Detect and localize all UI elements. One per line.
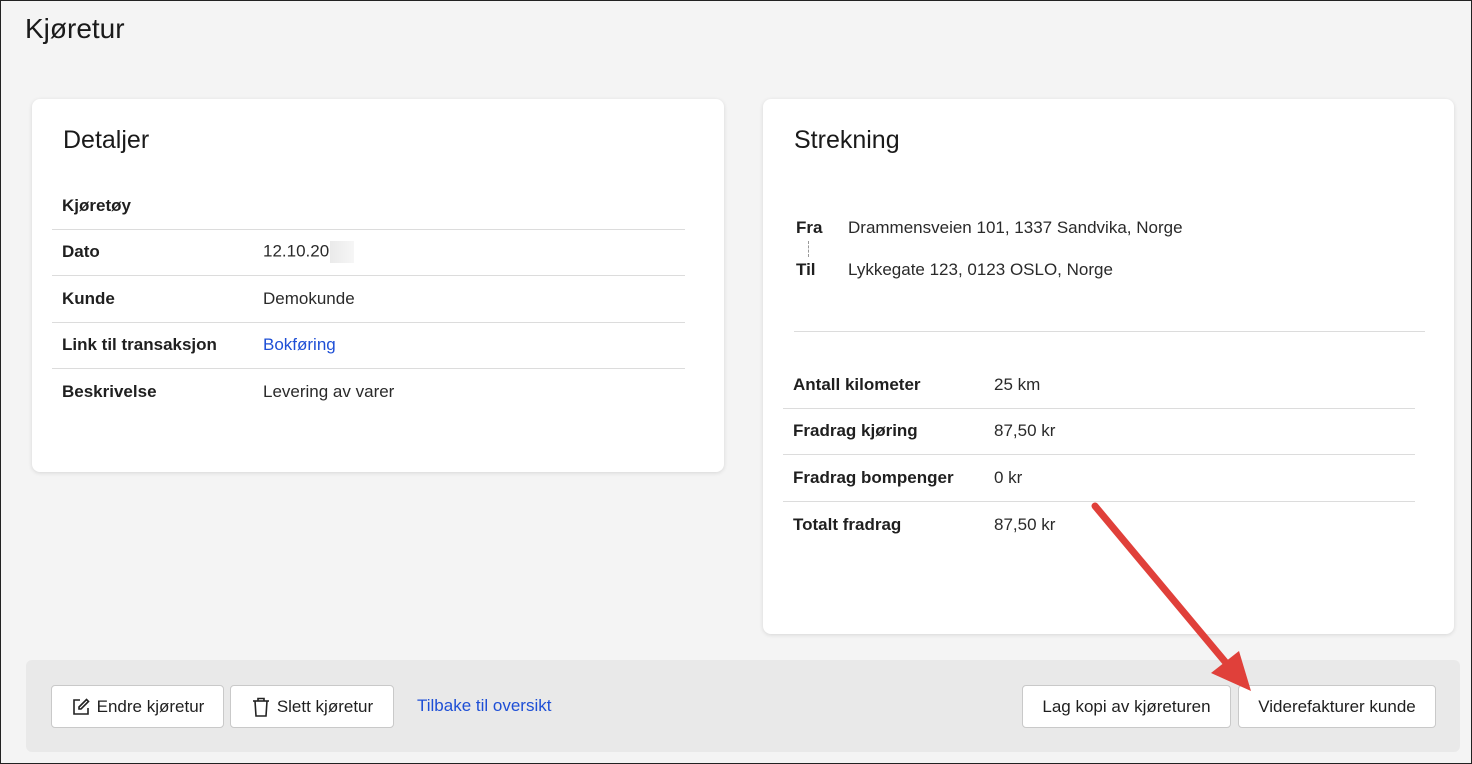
route-from: Fra Drammensveien 101, 1337 Sandvika, No…: [794, 217, 1183, 239]
delete-trip-button[interactable]: Slett kjøretur: [230, 685, 394, 728]
route-addresses: Fra Drammensveien 101, 1337 Sandvika, No…: [794, 217, 1183, 281]
transaction-link[interactable]: Bokføring: [263, 335, 336, 355]
route-row-toll: Fradrag bompenger 0 kr: [783, 455, 1415, 502]
route-row-total: Totalt fradrag 87,50 kr: [783, 502, 1415, 549]
details-key: Kunde: [62, 288, 115, 308]
details-row-vehicle: Kjøretøy: [52, 183, 685, 230]
edit-trip-button[interactable]: Endre kjøretur: [51, 685, 224, 728]
details-key: Kjøretøy: [62, 195, 131, 215]
date-value: 12.10.20: [263, 241, 330, 261]
route-row-km: Antall kilometer 25 km: [783, 362, 1415, 409]
details-title: Detaljer: [63, 126, 150, 154]
details-table: Kjøretøy Dato 12.10.20 Kunde Demokunde L…: [52, 183, 685, 416]
route-value: 25 km: [994, 374, 1041, 394]
to-label: Til: [796, 260, 816, 279]
route-value: 87,50 kr: [994, 421, 1056, 441]
details-value: Levering av varer: [263, 382, 395, 402]
route-connector: [808, 241, 809, 257]
reinvoice-customer-button[interactable]: Viderefakturer kunde: [1238, 685, 1436, 728]
route-value: 0 kr: [994, 467, 1023, 487]
details-key: Beskrivelse: [62, 382, 157, 402]
trash-icon: [251, 696, 271, 718]
route-row-driving: Fradrag kjøring 87,50 kr: [783, 409, 1415, 455]
details-key: Dato: [62, 242, 100, 262]
from-address: Drammensveien 101, 1337 Sandvika, Norge: [848, 218, 1183, 237]
route-key: Fradrag bompenger: [793, 467, 954, 487]
details-key: Link til transaksjon: [62, 335, 217, 355]
to-address: Lykkegate 123, 0123 OSLO, Norge: [848, 260, 1113, 279]
details-value-wrap: 12.10.20: [263, 241, 355, 264]
page-title: Kjøretur: [25, 13, 125, 44]
copy-trip-button[interactable]: Lag kopi av kjøreturen: [1022, 685, 1231, 728]
route-key: Fradrag kjøring: [793, 421, 918, 441]
route-value: 87,50 kr: [994, 514, 1056, 534]
details-card: Detaljer Kjøretøy Dato 12.10.20 Kunde De…: [32, 99, 724, 472]
edit-trip-label: Endre kjøretur: [96, 696, 205, 716]
route-title: Strekning: [794, 126, 900, 154]
details-row-customer: Kunde Demokunde: [52, 276, 685, 323]
redacted-blur: [330, 241, 355, 264]
route-to: Til Lykkegate 123, 0123 OSLO, Norge: [794, 259, 1183, 281]
from-label: Fra: [796, 218, 823, 237]
route-key: Totalt fradrag: [793, 514, 902, 534]
route-divider: [794, 331, 1425, 332]
details-row-date: Dato 12.10.20: [52, 230, 685, 276]
details-value: Demokunde: [263, 288, 355, 308]
back-to-overview-link[interactable]: Tilbake til oversikt: [417, 696, 551, 716]
route-card: Strekning Fra Drammensveien 101, 1337 Sa…: [763, 99, 1454, 634]
action-bar: Endre kjøretur Slett kjøretur Tilbake ti…: [26, 660, 1460, 752]
route-table: Antall kilometer 25 km Fradrag kjøring 8…: [783, 362, 1415, 548]
details-row-transaction: Link til transaksjon Bokføring: [52, 323, 685, 369]
details-row-description: Beskrivelse Levering av varer: [52, 369, 685, 416]
route-key: Antall kilometer: [793, 374, 921, 394]
delete-trip-label: Slett kjøretur: [276, 696, 374, 716]
edit-icon: [71, 697, 91, 717]
